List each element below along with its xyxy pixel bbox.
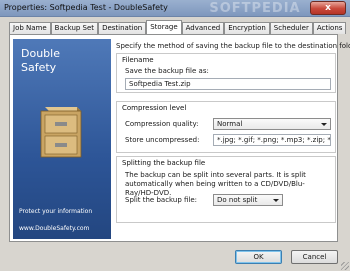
brand-line-2: Safety	[21, 61, 57, 74]
save-file-input[interactable]: Softpedia Test.zip	[125, 78, 331, 90]
banner-website: www.DoubleSafety.com	[19, 225, 90, 232]
cancel-button[interactable]: Cancel	[291, 250, 338, 264]
tab-encryption[interactable]: Encryption	[224, 22, 270, 34]
filename-group: Filename Save the backup file as: Softpe…	[116, 53, 336, 93]
compression-quality-select[interactable]: Normal	[213, 118, 331, 130]
tab-actions[interactable]: Actions	[312, 22, 347, 34]
tab-job-name[interactable]: Job Name	[9, 22, 51, 34]
file-cabinet-icon	[40, 107, 82, 158]
banner-tagline: Protect your information	[19, 208, 93, 215]
close-icon: x	[325, 3, 331, 13]
tab-bar: Job Name Backup Set Destination Storage …	[9, 20, 347, 34]
split-file-select[interactable]: Do not split	[213, 194, 283, 206]
compression-quality-label: Compression quality:	[125, 120, 199, 128]
compression-group-title: Compression level	[122, 104, 187, 112]
brand-line-1: Double	[21, 47, 60, 60]
split-group: Splitting the backup file The backup can…	[116, 156, 336, 223]
save-file-label: Save the backup file as:	[125, 67, 209, 75]
close-button[interactable]: x	[310, 1, 346, 15]
split-file-value: Do not split	[217, 196, 258, 204]
window-title: Properties: Softpedia Test - DoubleSafet…	[4, 3, 168, 12]
split-file-label: Split the backup file:	[125, 196, 198, 204]
chevron-down-icon	[273, 199, 279, 202]
storage-panel: Double Safety Protect your information w…	[9, 34, 350, 242]
store-uncompressed-input[interactable]: *.jpg; *.gif; *.png; *.mp3; *.zip; *.rar…	[213, 134, 331, 146]
compression-group: Compression level Compression quality: N…	[116, 101, 336, 153]
watermark: SOFTPEDIA	[209, 1, 301, 16]
tab-destination[interactable]: Destination	[98, 22, 147, 34]
product-banner: Double Safety Protect your information w…	[13, 39, 111, 239]
chevron-down-icon	[321, 123, 327, 126]
ok-button[interactable]: OK	[235, 250, 282, 264]
split-group-title: Splitting the backup file	[122, 159, 206, 167]
storage-intro: Specify the method of saving the backup …	[116, 42, 350, 50]
tab-backup-set[interactable]: Backup Set	[50, 22, 99, 34]
compression-quality-value: Normal	[217, 120, 243, 128]
resize-grip-icon[interactable]	[341, 262, 349, 270]
title-bar: Properties: Softpedia Test - DoubleSafet…	[0, 0, 350, 17]
tab-advanced[interactable]: Advanced	[181, 22, 225, 34]
tab-scheduler[interactable]: Scheduler	[269, 22, 313, 34]
store-uncompressed-label: Store uncompressed:	[125, 136, 200, 144]
filename-group-title: Filename	[122, 56, 154, 64]
tab-storage[interactable]: Storage	[146, 20, 182, 34]
